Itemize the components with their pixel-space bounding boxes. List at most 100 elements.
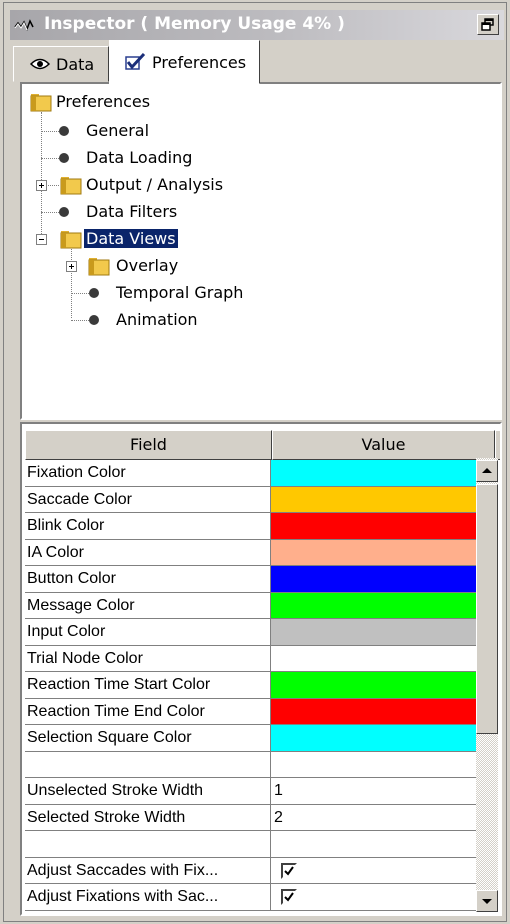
field-cell: Unselected Stroke Width xyxy=(25,778,271,805)
color-swatch[interactable] xyxy=(271,513,495,540)
color-swatch[interactable] xyxy=(271,725,495,752)
checkmark-icon xyxy=(284,865,294,876)
bullet-icon xyxy=(59,153,69,163)
field-cell: Fixation Color xyxy=(25,460,271,487)
column-header-field[interactable]: Field xyxy=(25,430,272,460)
tab-preferences[interactable]: Preferences xyxy=(109,40,260,84)
checkbox-cell xyxy=(271,884,495,911)
folder-icon xyxy=(88,258,110,276)
checkbox[interactable] xyxy=(281,889,297,905)
field-cell: Saccade Color xyxy=(25,486,271,513)
tree-label: Data Views xyxy=(84,229,178,248)
waveform-icon xyxy=(14,19,34,32)
field-cell: Reaction Time End Color xyxy=(25,698,271,725)
color-swatch[interactable] xyxy=(271,592,495,619)
arrow-up-icon xyxy=(482,468,492,473)
value-cell[interactable]: 2 xyxy=(271,805,495,831)
value-cell[interactable] xyxy=(271,831,495,858)
field-cell: Message Color xyxy=(25,592,271,619)
tree-label: Temporal Graph xyxy=(116,283,244,302)
field-cell: IA Color xyxy=(25,539,271,566)
restore-icon xyxy=(481,18,494,31)
tab-data[interactable]: Data xyxy=(13,46,109,82)
table-row[interactable]: Selection Square Color xyxy=(25,725,495,752)
field-cell: Reaction Time Start Color xyxy=(25,672,271,699)
tree-label: Data Loading xyxy=(86,148,193,167)
color-swatch[interactable] xyxy=(271,460,495,487)
window-title: Inspector ( Memory Usage 4% ) xyxy=(44,14,345,34)
checkbox-cell xyxy=(271,858,495,884)
field-cell: Trial Node Color xyxy=(25,645,271,672)
tree-line xyxy=(71,293,89,294)
table-row[interactable]: IA Color xyxy=(25,539,495,566)
color-swatch[interactable] xyxy=(271,539,495,566)
color-swatch[interactable] xyxy=(271,672,495,699)
collapse-icon[interactable] xyxy=(36,234,47,245)
expand-icon[interactable] xyxy=(36,180,47,191)
field-cell: Input Color xyxy=(25,619,271,646)
bullet-icon xyxy=(89,315,99,325)
scroll-thumb[interactable] xyxy=(476,484,498,734)
table-row[interactable]: Input Color xyxy=(25,619,495,646)
field-cell xyxy=(25,831,271,858)
table-row[interactable]: Message Color xyxy=(25,592,495,619)
checkbox[interactable] xyxy=(281,862,297,879)
folder-icon xyxy=(60,177,82,195)
color-swatch[interactable] xyxy=(271,566,495,593)
table-row[interactable]: Reaction Time End Color xyxy=(25,698,495,725)
tab-preferences-label: Preferences xyxy=(152,53,247,72)
field-cell xyxy=(25,751,271,778)
tree-label: Preferences xyxy=(56,92,151,111)
arrow-down-icon xyxy=(482,899,492,904)
value-cell[interactable] xyxy=(271,752,495,778)
bullet-icon xyxy=(59,207,69,217)
column-header-corner xyxy=(495,430,500,460)
expand-icon[interactable] xyxy=(66,261,77,272)
table-row[interactable]: Unselected Stroke Width 1 xyxy=(25,778,495,805)
table-row[interactable]: Selected Stroke Width 2 xyxy=(25,804,495,831)
preferences-tree: Preferences General Data Loading Output … xyxy=(20,82,502,420)
tree-line xyxy=(41,158,59,159)
field-cell: Selected Stroke Width xyxy=(25,804,271,831)
tree-line xyxy=(41,212,59,213)
value-cell[interactable]: 1 xyxy=(271,778,495,805)
color-swatch[interactable] xyxy=(271,486,495,513)
color-swatch[interactable] xyxy=(271,698,495,725)
tree-line xyxy=(71,320,89,321)
table-row[interactable] xyxy=(25,831,495,858)
tree-label: Data Filters xyxy=(86,202,178,221)
tree-line xyxy=(41,131,59,132)
folder-icon xyxy=(60,231,82,249)
field-cell: Blink Color xyxy=(25,513,271,540)
folder-icon xyxy=(30,94,52,112)
eye-icon xyxy=(30,58,50,70)
table-row[interactable]: Button Color xyxy=(25,566,495,593)
color-swatch[interactable] xyxy=(271,619,495,646)
color-swatch[interactable] xyxy=(271,645,495,672)
vertical-scrollbar[interactable] xyxy=(476,458,498,912)
bullet-icon xyxy=(89,288,99,298)
checkbox-icon xyxy=(125,53,146,70)
tree-label: Output / Analysis xyxy=(86,175,224,194)
bullet-icon xyxy=(59,126,69,136)
column-header-value[interactable]: Value xyxy=(272,430,495,460)
tree-label: Overlay xyxy=(116,256,179,275)
field-cell: Adjust Saccades with Fix... xyxy=(25,857,271,884)
table-row[interactable]: Reaction Time Start Color xyxy=(25,672,495,699)
table-row[interactable]: Blink Color xyxy=(25,513,495,540)
tab-data-label: Data xyxy=(56,55,95,74)
scroll-down-button[interactable] xyxy=(476,890,498,912)
table-row[interactable]: Adjust Fixations with Sac... xyxy=(25,884,495,911)
table-row[interactable]: Saccade Color xyxy=(25,486,495,513)
scroll-up-button[interactable] xyxy=(476,460,498,482)
checkmark-icon xyxy=(284,892,294,902)
table-row[interactable] xyxy=(25,751,495,778)
table-row[interactable]: Adjust Saccades with Fix... xyxy=(25,857,495,884)
tree-label: Animation xyxy=(116,310,198,329)
table-row[interactable]: Trial Node Color xyxy=(25,645,495,672)
tree-line xyxy=(71,246,72,318)
field-cell: Selection Square Color xyxy=(25,725,271,752)
properties-table: Field Value Fixation Color Saccade Color B… xyxy=(20,422,502,916)
restore-button[interactable] xyxy=(477,14,499,35)
table-row[interactable]: Fixation Color xyxy=(25,460,495,487)
